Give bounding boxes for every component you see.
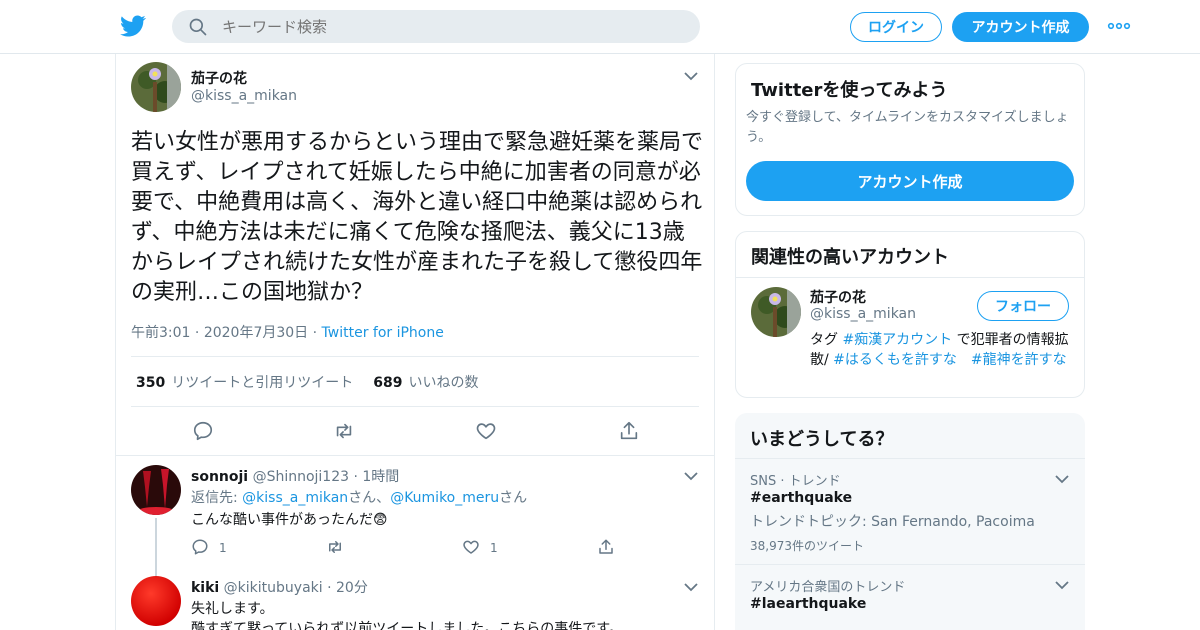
- follow-button[interactable]: フォロー: [977, 291, 1069, 321]
- retweet-count: 350: [136, 375, 166, 391]
- signup-card-title: Twitterを使ってみよう: [751, 80, 948, 101]
- tweet-actions: [116, 420, 716, 442]
- reply-header: kiki @kikitubuyaki · 20分: [191, 577, 368, 597]
- tweet-author-name[interactable]: 茄子の花: [191, 68, 247, 88]
- bio-hashtag[interactable]: #龍神を許すな: [971, 352, 1067, 368]
- like-label: いいねの数: [408, 375, 479, 391]
- reply-header: sonnoji @Shinnoji123 · 1時間: [191, 466, 399, 486]
- tweet-stats: 350 リツイートと引用リツイート 689 いいねの数: [136, 372, 478, 392]
- chevron-down-icon[interactable]: [1055, 474, 1069, 484]
- like-count: 689: [373, 375, 403, 391]
- tweet-source[interactable]: Twitter for iPhone: [322, 325, 444, 341]
- login-button[interactable]: ログイン: [850, 12, 942, 42]
- signup-card: Twitterを使ってみよう 今すぐ登録して、タイムラインをカスタマイズしましょ…: [735, 63, 1085, 216]
- trend-name[interactable]: #earthquake: [750, 490, 852, 506]
- divider: [131, 406, 699, 407]
- reply-text: 失礼します。: [191, 601, 274, 617]
- meta-separator: ·: [353, 469, 358, 485]
- tweet-meta: 午前3:01 · 2020年7月30日 · Twitter for iPhone: [131, 322, 444, 342]
- like-heart-icon[interactable]: [475, 420, 497, 442]
- related-account-name[interactable]: 茄子の花: [810, 287, 866, 307]
- retweet-stat[interactable]: 350 リツイートと引用リツイート: [136, 372, 353, 392]
- avatar[interactable]: [131, 62, 181, 112]
- reply-author-handle[interactable]: @Shinnoji123: [253, 469, 349, 485]
- chevron-down-icon[interactable]: [1055, 580, 1069, 590]
- chevron-down-icon[interactable]: [684, 71, 698, 81]
- search-box[interactable]: [172, 10, 700, 43]
- avatar-image: [131, 576, 181, 626]
- share-icon[interactable]: [618, 420, 640, 442]
- meta-separator: ·: [312, 325, 322, 341]
- top-bar: ログイン アカウント作成: [0, 0, 1200, 54]
- like-count: 1: [490, 541, 498, 555]
- retweet-label: リツイートと引用リツイート: [171, 375, 354, 391]
- reply-author-name[interactable]: sonnoji: [191, 469, 248, 485]
- divider: [736, 277, 1084, 278]
- retweet-icon[interactable]: [326, 538, 344, 556]
- divider: [131, 356, 699, 357]
- tweet-author-handle[interactable]: @kiss_a_mikan: [191, 88, 297, 104]
- chevron-down-icon[interactable]: [684, 471, 698, 481]
- signup-card-button[interactable]: アカウント作成: [746, 161, 1074, 201]
- reply-author-name[interactable]: kiki: [191, 580, 219, 596]
- search-icon: [189, 18, 207, 35]
- reply-count: 1: [219, 541, 227, 555]
- trend-name[interactable]: #laearthquake: [750, 596, 866, 612]
- like-heart-icon[interactable]: [462, 538, 480, 556]
- twitter-logo-icon[interactable]: [119, 13, 147, 39]
- trends-card: いまどうしてる？ SNS · トレンド #earthquake トレンドトピック…: [735, 413, 1085, 630]
- related-accounts-card: 関連性の高いアカウント 茄子の花 @kiss_a_mikan フォロー タグ #…: [735, 231, 1085, 398]
- trend-context: アメリカ合衆国のトレンド: [750, 580, 906, 595]
- avatar[interactable]: [751, 287, 801, 337]
- avatar-image: [751, 287, 801, 337]
- main-timeline: 茄子の花 @kiss_a_mikan 若い女性が悪用するからという理由で緊急避妊…: [115, 54, 715, 630]
- reply-icon[interactable]: [191, 538, 209, 556]
- reply-icon[interactable]: [192, 420, 214, 442]
- like-stat[interactable]: 689 いいねの数: [373, 372, 478, 392]
- reply-author-handle[interactable]: @kikitubuyaki: [224, 580, 323, 596]
- reply-to-mid: さん、: [348, 490, 391, 506]
- related-card-title: 関連性の高いアカウント: [751, 247, 949, 268]
- reply-text: 酷すぎて黙っていられず以前ツイートしました。こちらの事件です。: [191, 621, 623, 630]
- trend-topics: トレンドトピック: San Fernando, Pacoima: [750, 514, 1035, 530]
- reply-to-prefix: 返信先:: [191, 490, 243, 506]
- related-account-handle[interactable]: @kiss_a_mikan: [810, 306, 916, 322]
- avatar[interactable]: [131, 576, 181, 626]
- trend-item[interactable]: SNS · トレンド #earthquake トレンドトピック: San Fer…: [735, 458, 1085, 564]
- chevron-down-icon[interactable]: [684, 582, 698, 592]
- meta-separator: ·: [194, 325, 204, 341]
- reply-to-line: 返信先: @kiss_a_mikanさん、@Kumiko_meruさん: [191, 487, 527, 507]
- reply-text: こんな酷い事件があったんだ😨: [191, 512, 388, 528]
- avatar-image: [131, 62, 181, 112]
- avatar[interactable]: [131, 465, 181, 515]
- avatar-image: [131, 465, 181, 515]
- search-input[interactable]: [222, 17, 682, 36]
- bio-text: タグ: [810, 332, 843, 348]
- trend-tweet-count: 38,973件のツイート: [750, 539, 864, 553]
- bio-hashtag[interactable]: #はるくもを許すな: [833, 352, 957, 368]
- reply-to-suffix: さん: [499, 490, 528, 506]
- tweet-date[interactable]: 2020年7月30日: [204, 325, 308, 341]
- share-icon[interactable]: [597, 538, 615, 556]
- reply-time[interactable]: 20分: [336, 580, 368, 596]
- tweet-time[interactable]: 午前3:01: [131, 325, 190, 341]
- trend-context: SNS · トレンド: [750, 474, 841, 489]
- more-options-icon[interactable]: [1107, 18, 1131, 34]
- trend-item[interactable]: アメリカ合衆国のトレンド #laearthquake: [735, 564, 1085, 630]
- bio-hashtag[interactable]: #痴漢アカウント: [842, 332, 952, 348]
- meta-separator: ·: [327, 580, 332, 596]
- reply-to-mention[interactable]: @kiss_a_mikan: [242, 490, 348, 506]
- bio-text: [957, 352, 971, 368]
- trends-title: いまどうしてる？: [750, 429, 894, 450]
- signup-card-description: 今すぐ登録して、タイムラインをカスタマイズしましょう。: [746, 110, 1069, 145]
- reply-time[interactable]: 1時間: [362, 469, 399, 485]
- retweet-icon[interactable]: [333, 420, 355, 442]
- signup-button[interactable]: アカウント作成: [952, 12, 1089, 42]
- tweet-text: 若い女性が悪用するからという理由で緊急避妊薬を薬局で買えず、レイプされて妊娠した…: [131, 130, 704, 305]
- related-account-bio: タグ #痴漢アカウント で犯罪者の情報拡散/ #はるくもを許すな #龍神を許すな: [810, 330, 1075, 370]
- divider: [116, 455, 714, 456]
- reply-to-mention[interactable]: @Kumiko_meru: [390, 490, 499, 506]
